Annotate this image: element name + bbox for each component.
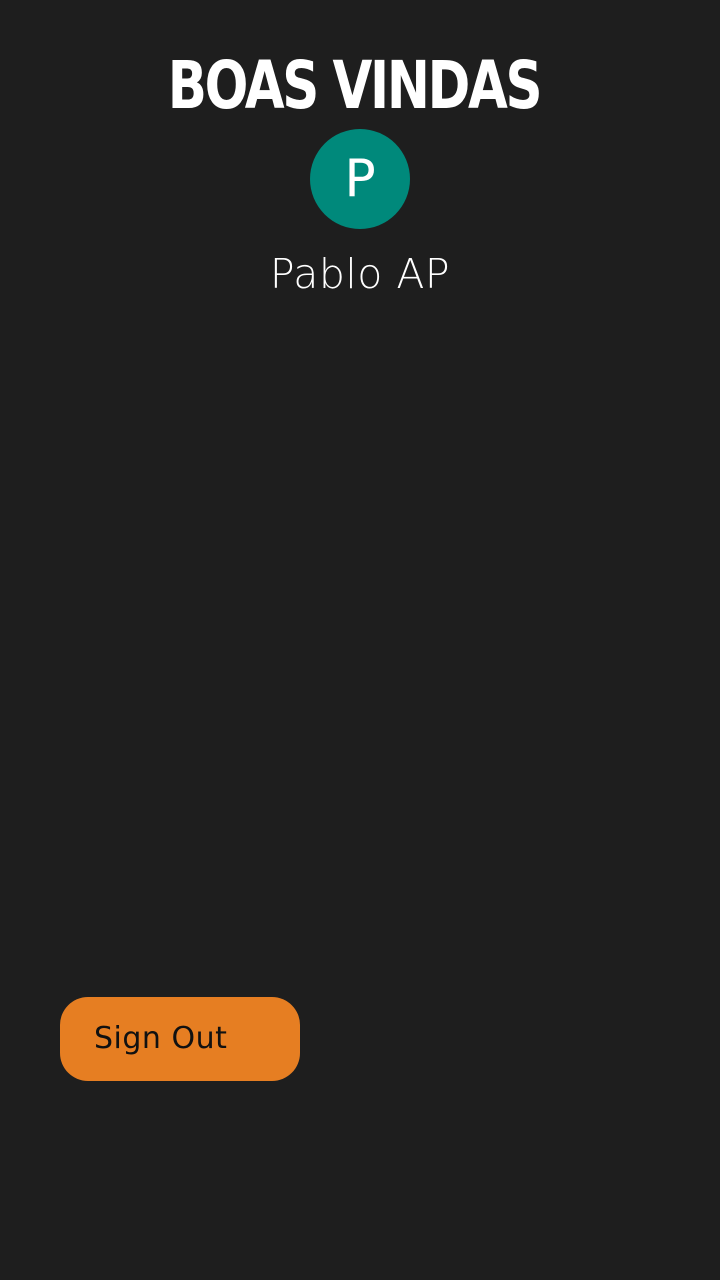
sign-out-button[interactable]: Sign Out xyxy=(60,997,300,1081)
page-title: BOAS VINDAS xyxy=(167,47,543,124)
avatar: P xyxy=(310,129,410,229)
welcome-screen: BOAS VINDAS P Pablo AP Sign Out xyxy=(0,0,720,1280)
user-name: Pablo AP xyxy=(269,250,451,298)
sign-out-label: Sign Out xyxy=(94,1021,228,1056)
avatar-initial: P xyxy=(344,149,376,209)
